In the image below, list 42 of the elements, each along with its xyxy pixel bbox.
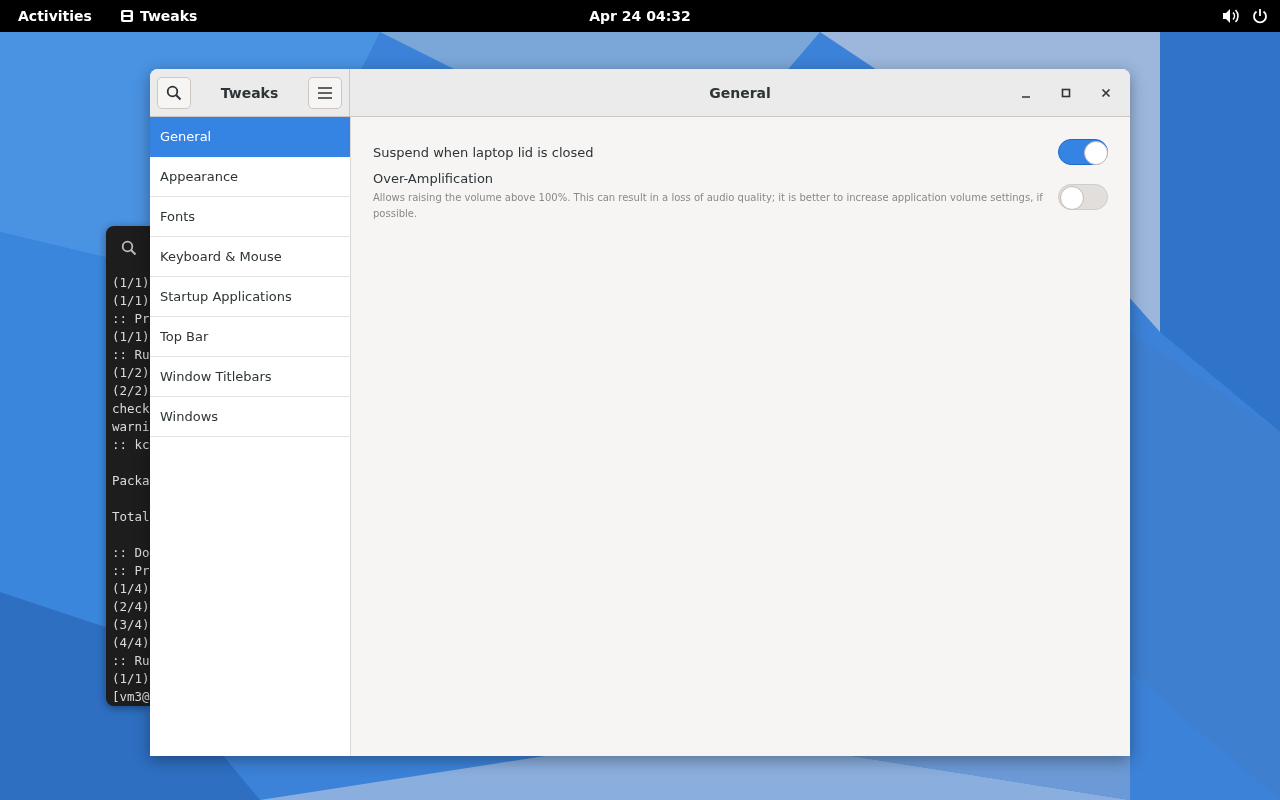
terminal-line: (2/4): [112, 598, 150, 616]
terminal-line: warni: [112, 418, 150, 436]
terminal-line: (1/2): [112, 364, 150, 382]
terminal-line: (1/1): [112, 328, 150, 346]
terminal-line: :: Do: [112, 544, 150, 562]
menu-button[interactable]: [308, 76, 342, 109]
power-icon[interactable]: [1252, 8, 1268, 24]
terminal-line: (1/4): [112, 580, 150, 598]
terminal-line: :: Pr: [112, 310, 150, 328]
terminal-line: (3/4): [112, 616, 150, 634]
terminal-line: (1/1): [112, 292, 150, 310]
page-title: General: [709, 84, 771, 101]
toggle-switch[interactable]: [1058, 139, 1108, 165]
app-menu-button[interactable]: Tweaks: [109, 4, 208, 28]
search-icon: [166, 84, 182, 101]
app-title: Tweaks: [220, 84, 279, 101]
terminal-line: (2/2): [112, 382, 150, 400]
maximize-icon: [1061, 88, 1071, 98]
search-button[interactable]: [157, 76, 191, 109]
terminal-line: :: kc: [112, 436, 150, 454]
terminal-line: (1/1): [112, 670, 150, 688]
volume-icon[interactable]: [1222, 8, 1240, 24]
terminal-line: (1/1): [112, 274, 150, 292]
close-icon: [1101, 88, 1111, 98]
setting-label: Suspend when laptop lid is closed: [373, 144, 594, 160]
sidebar-item[interactable]: General: [150, 117, 350, 157]
terminal-line: check: [112, 400, 150, 418]
terminal-line: [vm3@: [112, 688, 150, 706]
setting-label: Over-Amplification: [373, 171, 495, 186]
app-icon: [119, 9, 134, 23]
terminal-line: :: Pr: [112, 562, 150, 580]
terminal-line: Packa: [112, 472, 150, 490]
setting-description: Allows raising the volume above 100%. This can result in a loss of audio quality; it is better to increase application volume settings, if possible.: [373, 191, 1044, 221]
terminal-line: (4/4): [112, 634, 150, 652]
search-icon[interactable]: [121, 240, 137, 256]
activities-button[interactable]: Activities: [8, 4, 102, 28]
minimize-icon: [1022, 96, 1030, 98]
clock-button[interactable]: Apr 24 04:32: [579, 4, 701, 28]
terminal-line: Total: [112, 508, 150, 526]
menu-icon: [317, 85, 333, 100]
terminal-line: :: Ru: [112, 346, 150, 364]
terminal-line: :: Ru: [112, 652, 150, 670]
